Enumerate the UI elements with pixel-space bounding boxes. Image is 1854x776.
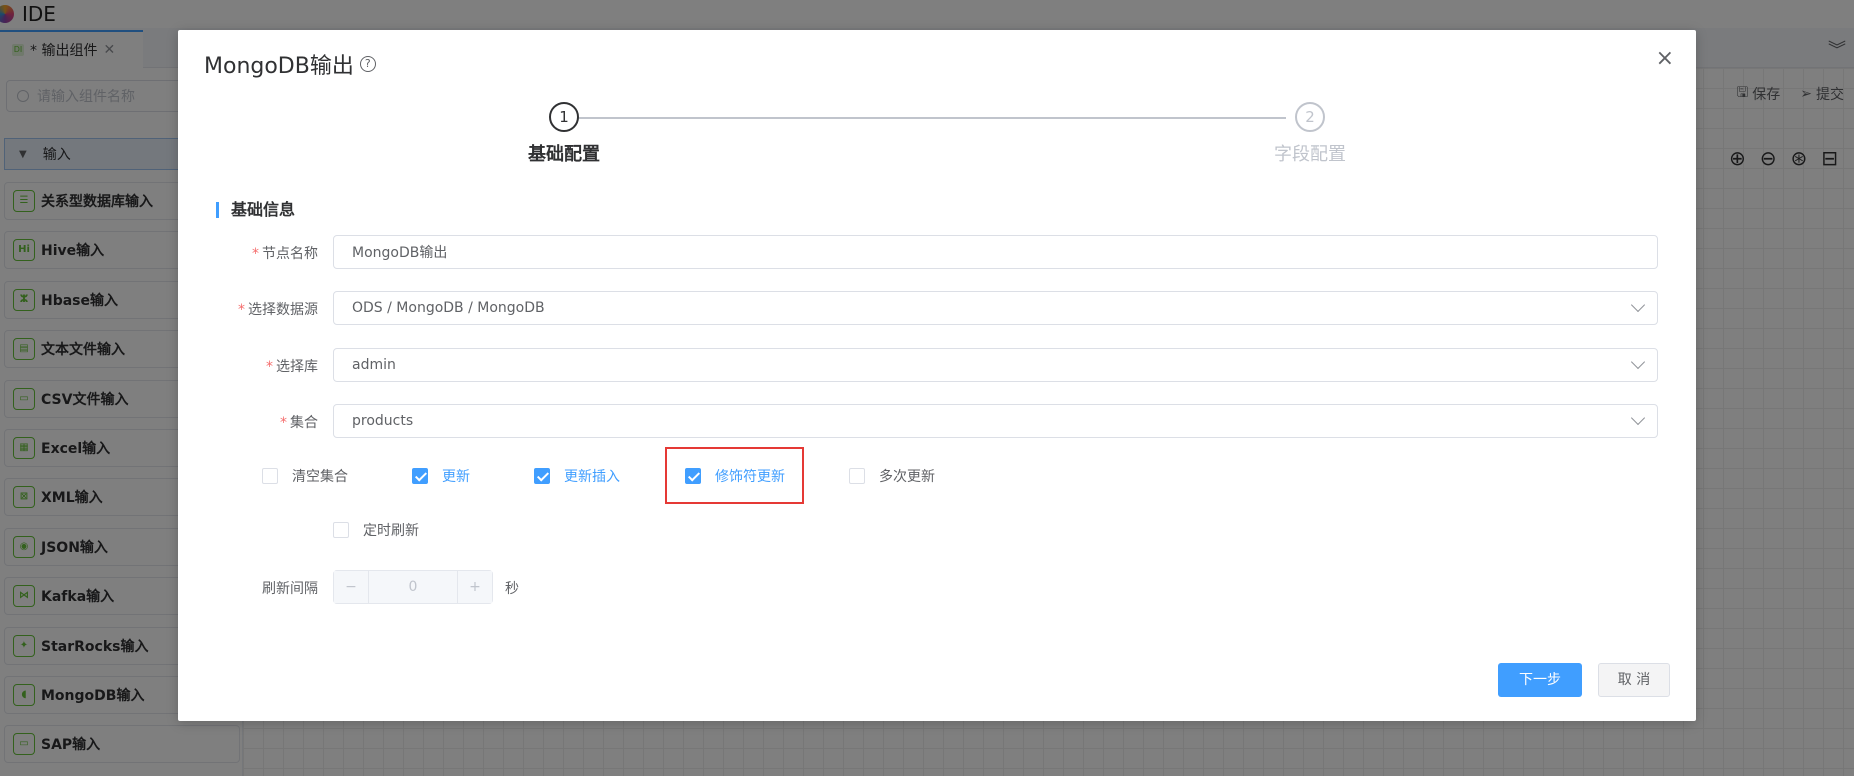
- refresh-interval-value[interactable]: 0: [368, 571, 458, 603]
- collection-value: products: [352, 413, 414, 429]
- step-2-label: 字段配置: [1274, 144, 1346, 165]
- dialog-title-text: MongoDB输出: [204, 54, 354, 79]
- chevron-down-icon: [1630, 354, 1646, 370]
- scheduled-refresh-checkbox[interactable]: 定时刷新: [333, 520, 419, 540]
- help-icon[interactable]: ?: [359, 56, 376, 72]
- decrement-button[interactable]: −: [334, 571, 368, 603]
- refresh-interval-stepper[interactable]: − 0 +: [333, 570, 493, 604]
- mongodb-output-dialog: MongoDB输出 ? × 1 基础配置 2 字段配置 基础信息 * 节点名称 M…: [178, 30, 1696, 721]
- section-title: 基础信息: [216, 202, 295, 218]
- database-value: admin: [352, 357, 396, 373]
- datasource-value: ODS / MongoDB / MongoDB: [352, 300, 545, 316]
- datasource-label: * 选择数据源: [238, 302, 318, 318]
- checkbox-box: [333, 522, 349, 538]
- cancel-button[interactable]: 取 消: [1598, 663, 1670, 697]
- step-2-circle: 2: [1295, 102, 1325, 132]
- collection-select[interactable]: products: [333, 404, 1658, 438]
- collection-label: * 集合: [280, 415, 318, 431]
- datasource-select[interactable]: ODS / MongoDB / MongoDB: [333, 291, 1658, 325]
- refresh-unit: 秒: [505, 581, 519, 597]
- refresh-interval-label: 刷新间隔: [262, 581, 318, 597]
- checkbox-box: [262, 468, 278, 484]
- checkbox-box: [412, 468, 428, 484]
- highlight-box: [665, 447, 804, 504]
- database-label: * 选择库: [266, 359, 318, 375]
- multi-update-checkbox[interactable]: 多次更新: [849, 466, 935, 486]
- dialog-title: MongoDB输出 ?: [204, 48, 376, 80]
- step-connector: [564, 117, 1286, 119]
- step-1-label: 基础配置: [528, 144, 600, 165]
- upsert-checkbox[interactable]: 更新插入: [534, 466, 620, 486]
- node-name-input[interactable]: MongoDB输出: [333, 235, 1658, 269]
- checkbox-box: [849, 468, 865, 484]
- checkbox-box: [534, 468, 550, 484]
- step-1-circle: 1: [549, 102, 579, 132]
- update-checkbox[interactable]: 更新: [412, 466, 470, 486]
- close-icon[interactable]: ×: [1656, 46, 1674, 71]
- chevron-down-icon: [1630, 297, 1646, 313]
- chevron-down-icon: [1630, 410, 1646, 426]
- database-select[interactable]: admin: [333, 348, 1658, 382]
- node-name-label: * 节点名称: [252, 246, 318, 262]
- increment-button[interactable]: +: [458, 571, 492, 603]
- clear-collection-checkbox[interactable]: 清空集合: [262, 466, 348, 486]
- next-step-button[interactable]: 下一步: [1498, 663, 1582, 697]
- steps: 1 基础配置 2 字段配置: [178, 102, 1696, 172]
